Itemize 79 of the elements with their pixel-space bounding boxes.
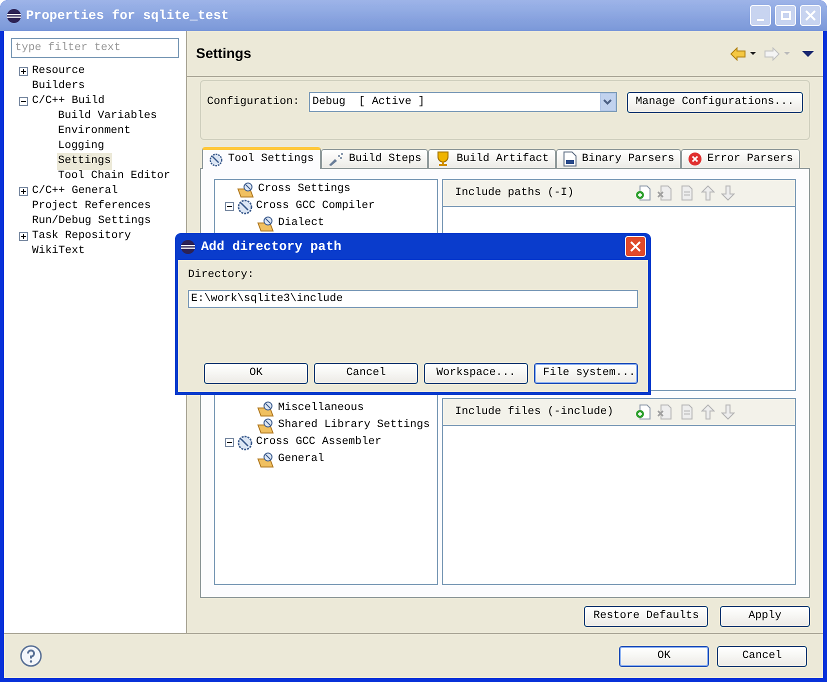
filter-field[interactable]: type filter text: [11, 38, 179, 58]
cancel-button[interactable]: Cancel: [717, 646, 807, 666]
tree-item[interactable]: Build Variables: [57, 108, 158, 125]
error-icon: [688, 152, 702, 166]
collapse-icon[interactable]: [225, 202, 234, 211]
window-title: Properties for sqlite_test: [26, 6, 230, 25]
tree-item[interactable]: Shared Library Settings: [278, 417, 430, 434]
delete-icon[interactable]: [657, 185, 673, 201]
tree-item[interactable]: C/C++ Build: [31, 93, 106, 110]
list-title: Include paths (-I): [455, 186, 575, 201]
gear-icon: [209, 152, 223, 166]
expand-icon[interactable]: [19, 187, 28, 196]
dialog-button[interactable]: File system...: [534, 363, 638, 384]
move-up-icon[interactable]: [701, 185, 715, 201]
tree-item[interactable]: Cross GCC Compiler: [256, 198, 375, 215]
move-down-icon[interactable]: [721, 185, 735, 201]
directory-label: Directory:: [188, 268, 256, 283]
tab[interactable]: Binary Parsers: [556, 149, 682, 168]
tree-item[interactable]: Settings: [57, 153, 112, 170]
tree-item[interactable]: Miscellaneous: [278, 400, 364, 417]
directory-field[interactable]: E:\work\sqlite3\include: [188, 290, 638, 308]
dialog-button[interactable]: OK: [204, 363, 308, 384]
delete-icon[interactable]: [657, 404, 673, 420]
collapse-icon[interactable]: [19, 97, 28, 106]
eclipse-icon: [6, 8, 22, 24]
back-arrow-icon[interactable]: [730, 46, 756, 60]
configuration-label: Configuration:: [207, 94, 300, 110]
tree-item[interactable]: Dialect: [278, 215, 324, 232]
tree-item[interactable]: Cross Settings: [258, 181, 350, 198]
dialog-title: Add directory path: [201, 238, 342, 256]
tree-item[interactable]: Environment: [57, 123, 132, 140]
tab[interactable]: Error Parsers: [681, 149, 800, 168]
tree-item[interactable]: Builders: [31, 78, 86, 95]
folder-gear-icon: [237, 182, 255, 198]
expand-icon[interactable]: [19, 67, 28, 76]
list-title: Include files (-include): [455, 404, 614, 420]
folder-gear-icon: [257, 400, 275, 416]
gear-icon: [237, 434, 253, 450]
add-icon[interactable]: [635, 185, 651, 201]
tree-item[interactable]: General: [278, 451, 324, 468]
spray-icon: [328, 152, 344, 166]
gear-icon: [237, 198, 253, 214]
tree-item[interactable]: Project References: [31, 198, 152, 215]
tree-item[interactable]: Tool Chain Editor: [57, 168, 172, 185]
folder-gear-icon: [257, 216, 275, 232]
tree-item[interactable]: Logging: [57, 138, 106, 155]
collapse-icon[interactable]: [225, 438, 234, 447]
folder-gear-icon: [257, 452, 275, 468]
folder-gear-icon: [257, 418, 275, 434]
dialog-button[interactable]: Workspace...: [424, 363, 528, 384]
tab[interactable]: Build Steps: [320, 149, 428, 168]
move-up-icon[interactable]: [701, 404, 715, 420]
eclipse-icon: [180, 238, 196, 254]
tree-item[interactable]: Run/Debug Settings: [31, 213, 152, 230]
configuration-dropdown[interactable]: Debug [ Active ]: [309, 92, 617, 112]
tree-item[interactable]: Task Repository: [31, 228, 132, 245]
tree-item[interactable]: Cross GCC Assembler: [256, 434, 382, 451]
edit-icon[interactable]: [679, 404, 695, 420]
add-icon[interactable]: [635, 404, 651, 420]
tree-item[interactable]: WikiText: [31, 243, 86, 260]
trophy-icon: [435, 151, 452, 167]
menu-icon[interactable]: [802, 50, 814, 58]
close-icon: [805, 10, 816, 21]
close-icon: [630, 241, 641, 252]
tree-item[interactable]: C/C++ General: [31, 183, 119, 200]
manage-configurations-button[interactable]: Manage Configurations...: [626, 92, 803, 112]
edit-icon[interactable]: [679, 185, 695, 201]
ok-button[interactable]: OK: [619, 646, 709, 666]
tab[interactable]: Tool Settings: [202, 147, 321, 169]
tree-item[interactable]: Resource: [31, 63, 86, 80]
expand-icon[interactable]: [19, 232, 28, 241]
tab[interactable]: Build Artifact: [428, 149, 556, 168]
dialog-button[interactable]: Cancel: [314, 363, 418, 384]
page-title: Settings: [196, 44, 252, 63]
help-icon[interactable]: [20, 645, 42, 667]
close-button[interactable]: [625, 236, 646, 257]
apply-button[interactable]: Apply: [720, 606, 810, 627]
move-down-icon[interactable]: [721, 404, 735, 420]
restore-defaults-button[interactable]: Restore Defaults: [584, 606, 708, 627]
